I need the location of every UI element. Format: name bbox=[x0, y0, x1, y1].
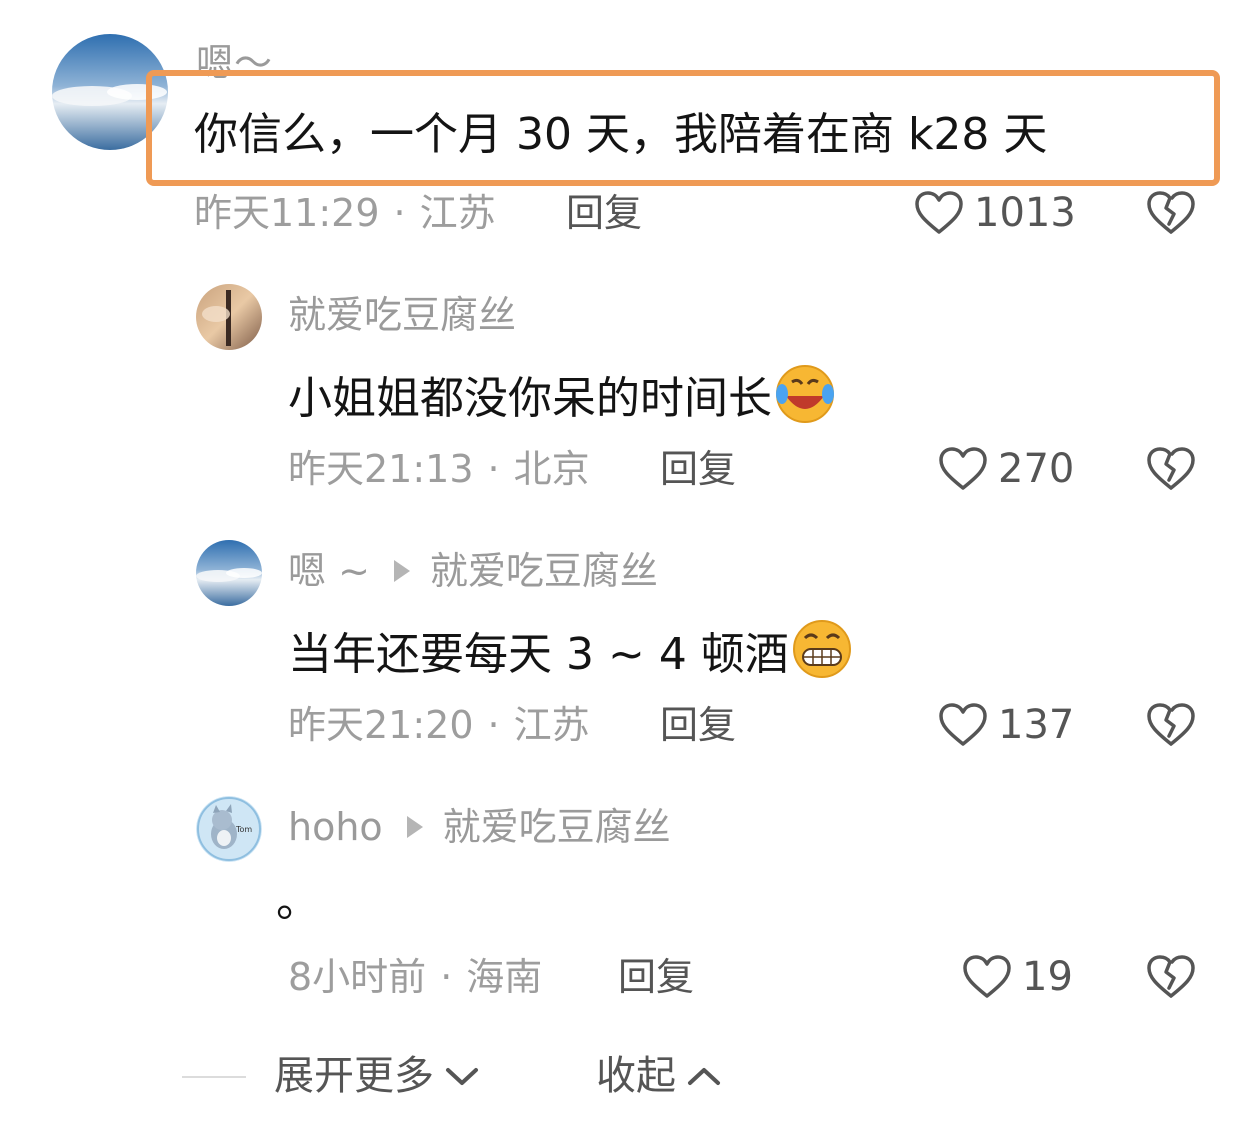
broken-heart-icon bbox=[1147, 447, 1195, 490]
broken-heart-icon bbox=[1147, 955, 1195, 998]
comment-text: 。 bbox=[276, 876, 320, 927]
avatar[interactable] bbox=[196, 540, 262, 606]
meta-separator: · bbox=[487, 447, 500, 491]
chevron-down-icon bbox=[446, 1068, 478, 1085]
reply-button[interactable]: 回复 bbox=[618, 958, 694, 996]
grinning-emoji bbox=[789, 616, 855, 690]
like-count: 270 bbox=[998, 446, 1075, 492]
footer-divider bbox=[182, 1076, 246, 1078]
dislike-button[interactable] bbox=[1146, 446, 1196, 496]
heart-outline-icon bbox=[915, 191, 963, 234]
avatar[interactable]: Tom bbox=[196, 796, 262, 862]
like-button[interactable]: 270 bbox=[938, 446, 1074, 492]
svg-text:Tom: Tom bbox=[235, 825, 252, 834]
chevron-up-icon bbox=[688, 1068, 720, 1085]
comment-meta: 昨天21:13 · 北京 bbox=[288, 450, 590, 488]
reply-to-username[interactable]: 就爱吃豆腐丝 bbox=[443, 805, 671, 849]
comment-username[interactable]: hoho bbox=[288, 805, 383, 849]
reply-arrow-icon bbox=[393, 559, 410, 582]
comment-location: 海南 bbox=[466, 955, 543, 999]
comment-location: 江苏 bbox=[419, 191, 496, 235]
expand-more-button[interactable]: 展开更多 bbox=[274, 1056, 480, 1096]
heart-outline-icon bbox=[963, 955, 1011, 998]
comment-username-row: 嗯 ~ 就爱吃豆腐丝 bbox=[288, 552, 658, 590]
comment-text: 小姐姐都没你呆的时间长 bbox=[288, 364, 838, 438]
meta-separator: · bbox=[440, 955, 453, 999]
laughing-crying-emoji bbox=[772, 360, 838, 434]
comment-text-body: 当年还要每天 3 ~ 4 顿酒 bbox=[288, 629, 789, 680]
collapse-button[interactable]: 收起 bbox=[596, 1056, 722, 1096]
avatar[interactable] bbox=[196, 284, 262, 350]
comment-text: 你信么，一个月 30 天，我陪着在商 k28 天 bbox=[194, 109, 1048, 160]
reply-arrow-icon bbox=[406, 815, 423, 838]
comment-time: 昨天21:20 bbox=[288, 703, 474, 747]
comment-text-body: 小姐姐都没你呆的时间长 bbox=[288, 373, 772, 424]
comment-location: 北京 bbox=[513, 447, 590, 491]
meta-separator: · bbox=[393, 191, 406, 235]
expand-more-label: 展开更多 bbox=[274, 1053, 434, 1099]
dislike-button[interactable] bbox=[1146, 190, 1196, 240]
comment-username[interactable]: 嗯 ~ bbox=[288, 549, 370, 593]
comment-time: 昨天11:29 bbox=[194, 191, 380, 235]
heart-outline-icon bbox=[939, 703, 987, 746]
comment-meta: 昨天11:29 · 江苏 bbox=[194, 194, 496, 232]
like-count: 1013 bbox=[974, 190, 1076, 236]
reply-button[interactable]: 回复 bbox=[660, 450, 736, 488]
like-button[interactable]: 1013 bbox=[914, 190, 1076, 236]
comment-time: 8小时前 bbox=[288, 955, 427, 999]
collapse-label: 收起 bbox=[596, 1053, 676, 1099]
reply-button[interactable]: 回复 bbox=[660, 706, 736, 744]
broken-heart-icon bbox=[1147, 703, 1195, 746]
comment-username[interactable]: 就爱吃豆腐丝 bbox=[288, 296, 516, 334]
like-button[interactable]: 19 bbox=[962, 954, 1073, 1000]
dislike-button[interactable] bbox=[1146, 702, 1196, 752]
like-count: 19 bbox=[1022, 954, 1073, 1000]
comment-location: 江苏 bbox=[513, 703, 590, 747]
comment-meta: 昨天21:20 · 江苏 bbox=[288, 706, 590, 744]
comment-meta: 8小时前 · 海南 bbox=[288, 958, 542, 996]
comment-time: 昨天21:13 bbox=[288, 447, 474, 491]
heart-outline-icon bbox=[939, 447, 987, 490]
comment-text: 当年还要每天 3 ~ 4 顿酒 bbox=[288, 620, 855, 694]
like-button[interactable]: 137 bbox=[938, 702, 1074, 748]
like-count: 137 bbox=[998, 702, 1075, 748]
reply-to-username[interactable]: 就爱吃豆腐丝 bbox=[430, 549, 658, 593]
comment-username-row: hoho 就爱吃豆腐丝 bbox=[288, 808, 671, 846]
broken-heart-icon bbox=[1147, 191, 1195, 234]
meta-separator: · bbox=[487, 703, 500, 747]
reply-button[interactable]: 回复 bbox=[566, 194, 642, 232]
dislike-button[interactable] bbox=[1146, 954, 1196, 1004]
